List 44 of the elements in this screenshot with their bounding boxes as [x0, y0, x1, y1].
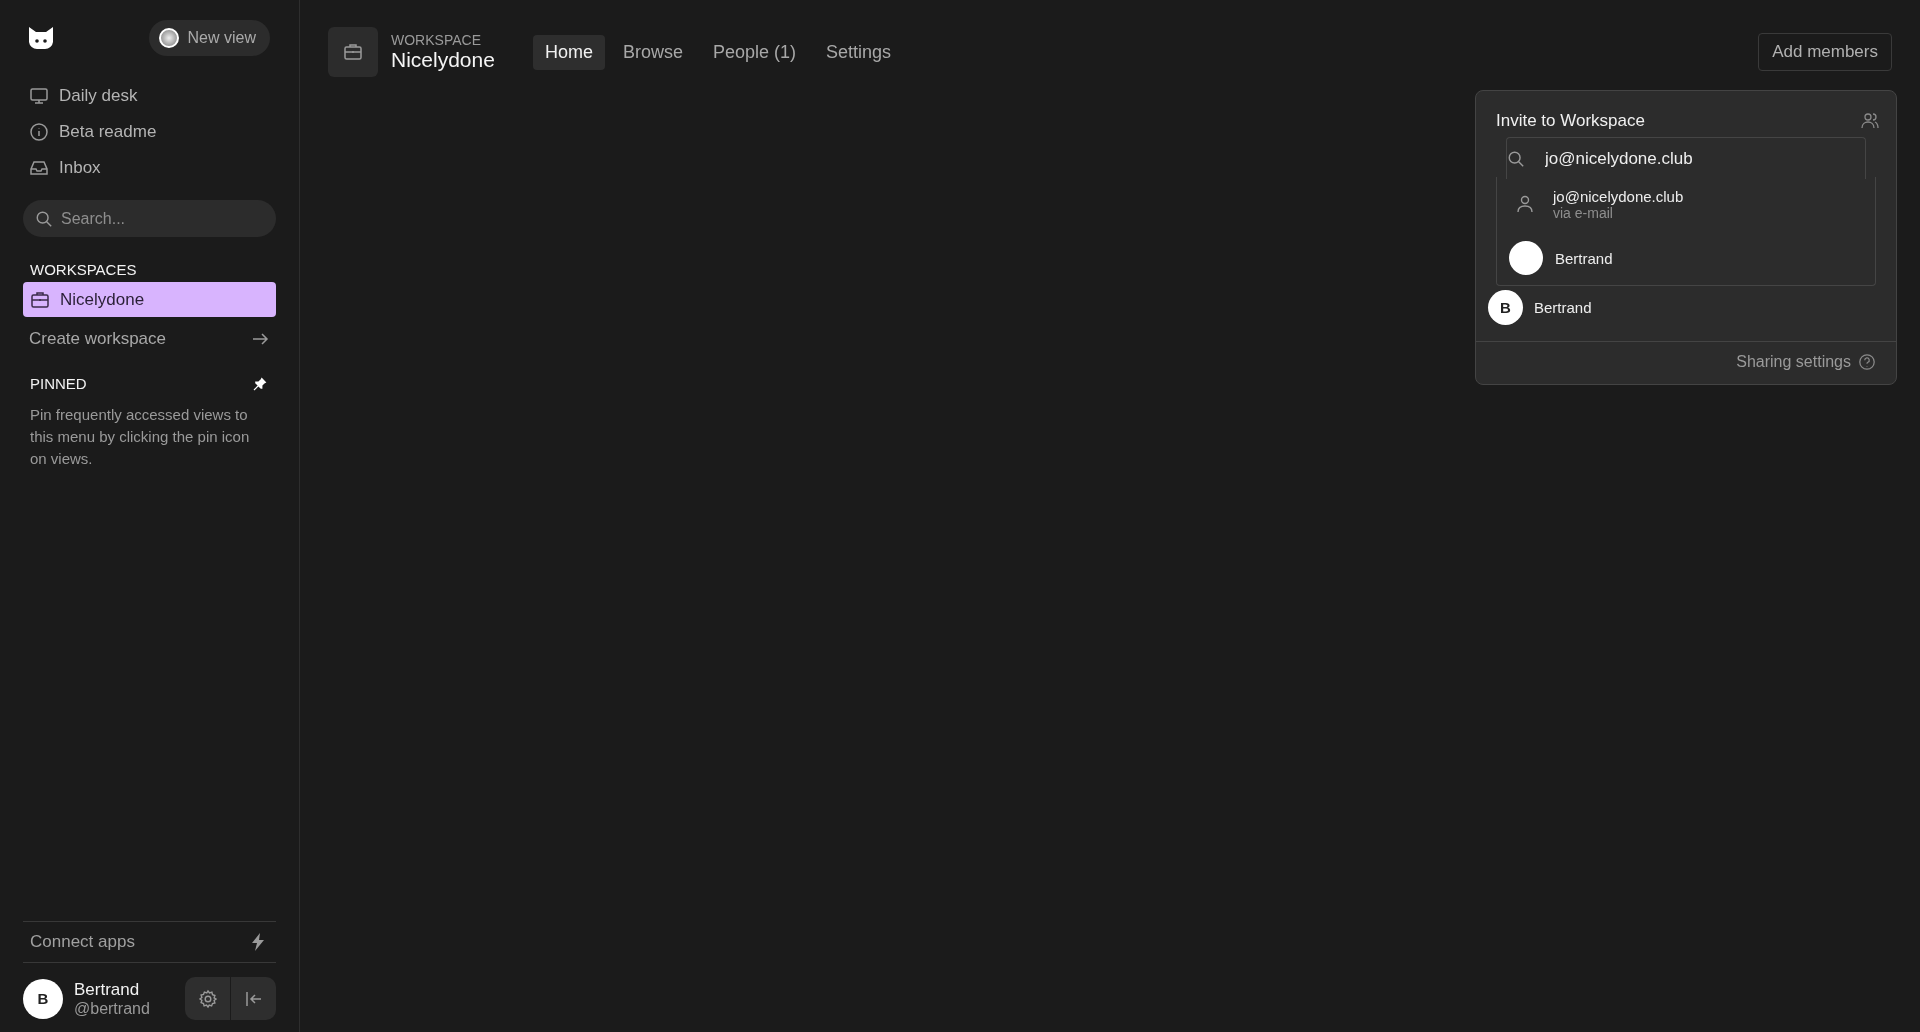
add-members-button[interactable]: Add members — [1758, 33, 1892, 71]
nav-item[interactable]: Inbox — [23, 150, 276, 186]
search-icon — [1507, 150, 1525, 168]
tab[interactable]: People (1) — [700, 34, 808, 70]
search-icon — [35, 210, 53, 228]
user-avatar: B — [23, 978, 63, 1019]
user-handle: @bertrand — [74, 999, 150, 1018]
section-heading: WORKSPACES — [29, 261, 138, 278]
nav-item[interactable]: Beta readme — [23, 114, 276, 150]
briefcase-icon — [30, 289, 50, 310]
popover-title: Invite to Workspace — [1496, 111, 1645, 131]
create-workspace-link[interactable]: Create workspace — [23, 321, 276, 357]
help-icon — [1858, 353, 1876, 371]
tab[interactable]: Settings — [814, 34, 904, 70]
suggestion-item[interactable]: Bertrand — [1497, 231, 1875, 285]
info-icon — [29, 122, 49, 142]
workspace-name: Nicelydone — [391, 48, 495, 72]
search-field[interactable]: Search... — [23, 200, 276, 237]
new-view-button[interactable]: New view — [148, 20, 270, 56]
workspace-item[interactable]: Nicelydone — [23, 282, 276, 317]
briefcase-icon — [343, 42, 363, 62]
user-avatar — [1509, 241, 1543, 275]
settings-button[interactable] — [185, 977, 230, 1020]
tab[interactable]: Browse — [610, 34, 695, 70]
section-heading: PINNED — [30, 375, 87, 392]
pinned-hint: Pin frequently accessed views to this menu by clicking the pin icon on views. — [29, 405, 251, 469]
sharing-settings-link[interactable]: Sharing settings — [1730, 352, 1882, 372]
settings-icon — [197, 988, 218, 1009]
cat-logo-icon[interactable] — [27, 26, 55, 50]
nav-item[interactable]: Daily desk — [23, 78, 276, 114]
member-avatar: B — [1488, 290, 1523, 325]
pin-icon — [252, 375, 268, 392]
tab[interactable]: Home — [532, 34, 605, 70]
invite-input-field[interactable]: jo@nicelydone.club — [1506, 137, 1866, 179]
collapse-sidebar-button[interactable] — [231, 977, 276, 1020]
connect-apps-link[interactable]: Connect apps — [23, 921, 276, 963]
member-name: Bertrand — [1534, 299, 1592, 316]
people-icon — [1860, 111, 1880, 131]
suggestion-item[interactable]: jo@nicelydone.club via e-mail — [1497, 177, 1875, 231]
workspace-label: WORKSPACE — [391, 32, 482, 48]
inbox-icon — [29, 158, 49, 178]
monitor-icon — [29, 86, 49, 106]
person-icon — [1515, 194, 1535, 214]
user-name: Bertrand — [74, 979, 141, 1000]
